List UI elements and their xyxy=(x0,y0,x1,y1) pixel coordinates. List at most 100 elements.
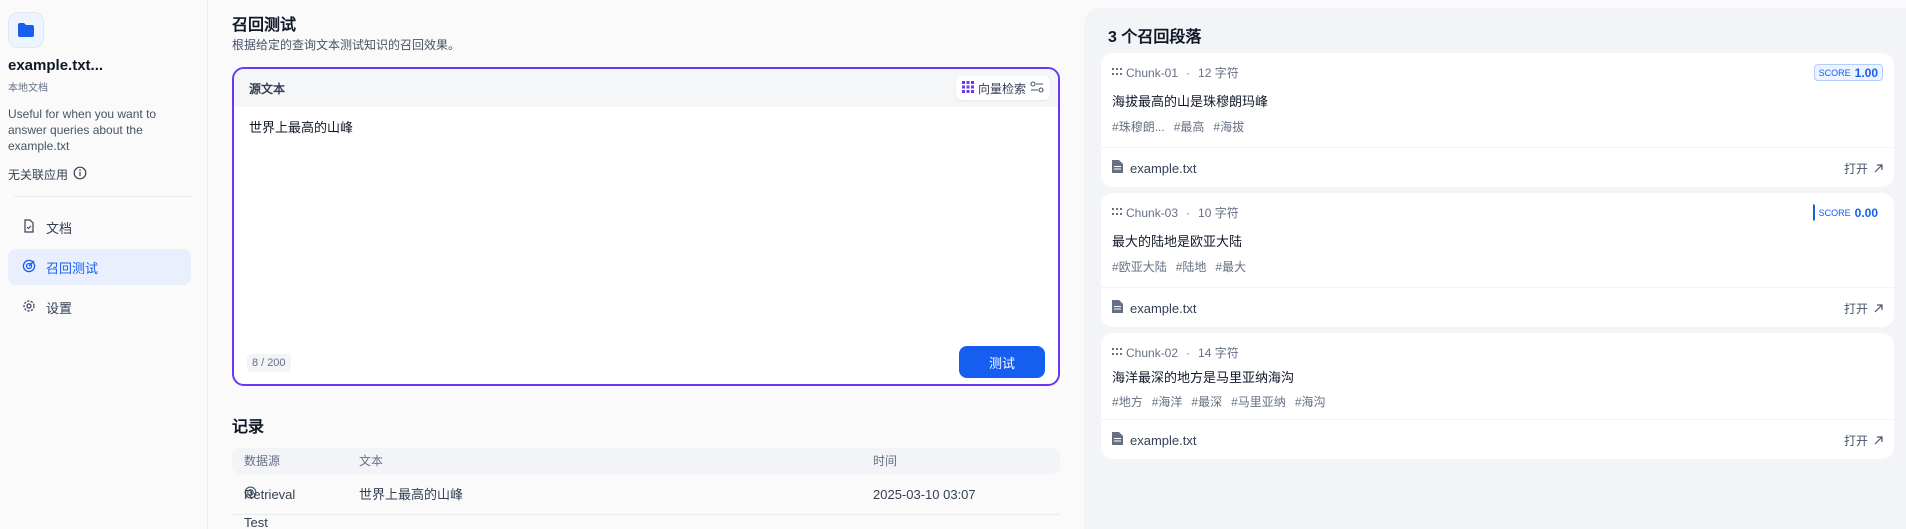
sidebar: example.txt... 本地文档 Useful for when you … xyxy=(0,0,208,529)
dataset-type: 本地文档 xyxy=(8,83,48,94)
meta-dot: · xyxy=(1186,345,1191,360)
score-value: 0.00 xyxy=(1854,205,1878,220)
related-apps: 无关联应用 xyxy=(8,166,199,183)
results-panel: 3 个召回段落 Chunk-01 · 12 字符 SCORE 1.00 海拔最高… xyxy=(1084,8,1906,529)
tag: #珠穆朗... xyxy=(1112,120,1165,134)
chunk-id: Chunk-01 xyxy=(1126,65,1179,80)
score-badge: SCORE 1.00 xyxy=(1813,64,1883,81)
sidebar-item-label: 文档 xyxy=(46,220,73,236)
open-button[interactable]: 打开 xyxy=(1844,432,1883,449)
result-card[interactable]: Chunk-03 · 10 字符 SCORE 0.00 最大的陆地是欧亚大陆 #… xyxy=(1101,193,1894,327)
chunk-meta: Chunk-02 · 14 字符 xyxy=(1112,344,1239,361)
keyword-tags: #欧亚大陆 #陆地 #最大 xyxy=(1112,258,1246,275)
score-badge: SCORE 0.00 xyxy=(1812,204,1883,221)
main-content: 召回测试 根据给定的查询文本测试知识的召回效果。 源文本 向量检索 世界上最高的… xyxy=(232,0,1060,529)
sidebar-item-retrieval-test[interactable]: 召回测试 xyxy=(8,249,191,285)
dataset-name: example.txt... xyxy=(8,57,104,74)
target-icon xyxy=(22,259,36,276)
keyword-tags: #地方 #海洋 #最深 #马里亚纳 #海沟 xyxy=(1112,393,1326,410)
tag-text: 海拔 xyxy=(1220,120,1245,134)
retrieval-method-button[interactable]: 向量检索 xyxy=(955,76,1050,100)
header-text: 文本 xyxy=(359,454,384,468)
dots-icon xyxy=(1112,346,1122,360)
tag-text: 最高 xyxy=(1180,120,1205,134)
tag: #最深 xyxy=(1191,395,1223,409)
gear-icon xyxy=(22,299,36,316)
query-input[interactable]: 世界上最高的山峰 xyxy=(249,117,353,136)
record-time: 2025-03-10 03:07 xyxy=(873,487,976,502)
open-label: 打开 xyxy=(1843,162,1868,176)
query-label: 源文本 xyxy=(249,81,286,96)
folder-icon xyxy=(8,12,44,48)
card-body: Chunk-02 · 14 字符 海洋最深的地方是马里亚纳海沟 #地方 #海洋 … xyxy=(1101,333,1894,419)
open-button[interactable]: 打开 xyxy=(1844,300,1883,317)
meta-dot: · xyxy=(1186,65,1191,80)
open-label: 打开 xyxy=(1843,434,1868,448)
char-count-separator: / xyxy=(261,357,265,369)
tag-text: 最深 xyxy=(1198,395,1223,409)
file-icon xyxy=(1112,160,1123,176)
sidebar-item-settings[interactable]: 设置 xyxy=(8,289,191,325)
score-label: SCORE xyxy=(1818,67,1851,78)
test-button[interactable]: 测试 xyxy=(959,346,1045,378)
result-card[interactable]: Chunk-01 · 12 字符 SCORE 1.00 海拔最高的山是珠穆朗玛峰… xyxy=(1101,53,1894,187)
sliders-icon xyxy=(1030,80,1044,96)
score-value: 1.00 xyxy=(1854,65,1878,80)
tag: #海洋 xyxy=(1151,395,1183,409)
chunk-id: Chunk-03 xyxy=(1126,205,1179,220)
card-footer: example.txt 打开 xyxy=(1101,287,1894,327)
sidebar-divider xyxy=(14,196,193,197)
tag-text: 马里亚纳 xyxy=(1237,395,1286,409)
retrieval-method-label: 向量检索 xyxy=(977,81,1026,96)
chunk-text: 最大的陆地是欧亚大陆 xyxy=(1112,234,1243,249)
file-icon xyxy=(1112,300,1123,316)
tag: #马里亚纳 xyxy=(1231,395,1286,409)
meta-dot: · xyxy=(1186,205,1191,220)
arrow-up-right-icon xyxy=(1874,162,1883,176)
file-name: example.txt xyxy=(1130,160,1197,176)
keyword-tags: #珠穆朗... #最高 #海拔 xyxy=(1112,118,1244,135)
tag: #最大 xyxy=(1215,260,1247,274)
tag: #欧亚大陆 xyxy=(1112,260,1167,274)
query-header: 源文本 向量检索 xyxy=(234,69,1058,107)
page-subtitle: 根据给定的查询文本测试知识的召回效果。 xyxy=(232,38,461,52)
app-root: example.txt... 本地文档 Useful for when you … xyxy=(0,0,1906,529)
tag: #海拔 xyxy=(1213,120,1245,134)
file-info: example.txt xyxy=(1112,432,1196,448)
file-name: example.txt xyxy=(1130,300,1197,316)
info-icon[interactable] xyxy=(73,166,87,183)
results-title: 3 个召回段落 xyxy=(1108,29,1202,46)
chunk-text: 海洋最深的地方是马里亚纳海沟 xyxy=(1112,370,1295,385)
score-label: SCORE xyxy=(1818,207,1851,218)
arrow-up-right-icon xyxy=(1874,302,1883,316)
chunk-meta: Chunk-03 · 10 字符 xyxy=(1112,204,1239,221)
header-time: 时间 xyxy=(873,454,898,468)
card-footer: example.txt 打开 xyxy=(1101,147,1894,187)
chunk-text: 海拔最高的山是珠穆朗玛峰 xyxy=(1112,94,1269,109)
grid-icon xyxy=(961,80,974,96)
tag: #海沟 xyxy=(1294,395,1326,409)
sidebar-item-documents[interactable]: 文档 xyxy=(8,209,191,245)
char-count: 8 xyxy=(252,357,259,369)
records-header: 数据源 文本 时间 xyxy=(232,448,1060,474)
sidebar-item-label: 召回测试 xyxy=(46,260,99,276)
document-icon xyxy=(22,218,36,236)
chunk-chars: 10 字符 xyxy=(1198,206,1239,220)
open-label: 打开 xyxy=(1843,302,1868,316)
tag-text: 最大 xyxy=(1222,260,1247,274)
chunk-meta: Chunk-01 · 12 字符 xyxy=(1112,64,1239,81)
dots-icon xyxy=(1112,206,1122,220)
dots-icon xyxy=(1112,66,1122,80)
records-title: 记录 xyxy=(232,419,265,436)
result-card[interactable]: Chunk-02 · 14 字符 海洋最深的地方是马里亚纳海沟 #地方 #海洋 … xyxy=(1101,333,1894,459)
table-row[interactable]: Retrieval Test 世界上最高的山峰 2025-03-10 03:07 xyxy=(232,481,1060,529)
tag-text: 地方 xyxy=(1118,395,1143,409)
tag: #最高 xyxy=(1173,120,1205,134)
char-max: 200 xyxy=(267,357,286,369)
tag: #地方 xyxy=(1112,395,1143,409)
card-body: Chunk-03 · 10 字符 SCORE 0.00 最大的陆地是欧亚大陆 #… xyxy=(1101,193,1894,287)
open-button[interactable]: 打开 xyxy=(1844,160,1883,177)
sidebar-item-label: 设置 xyxy=(46,300,73,316)
record-text: 世界上最高的山峰 xyxy=(359,487,464,502)
tag-text: 陆地 xyxy=(1182,260,1207,274)
